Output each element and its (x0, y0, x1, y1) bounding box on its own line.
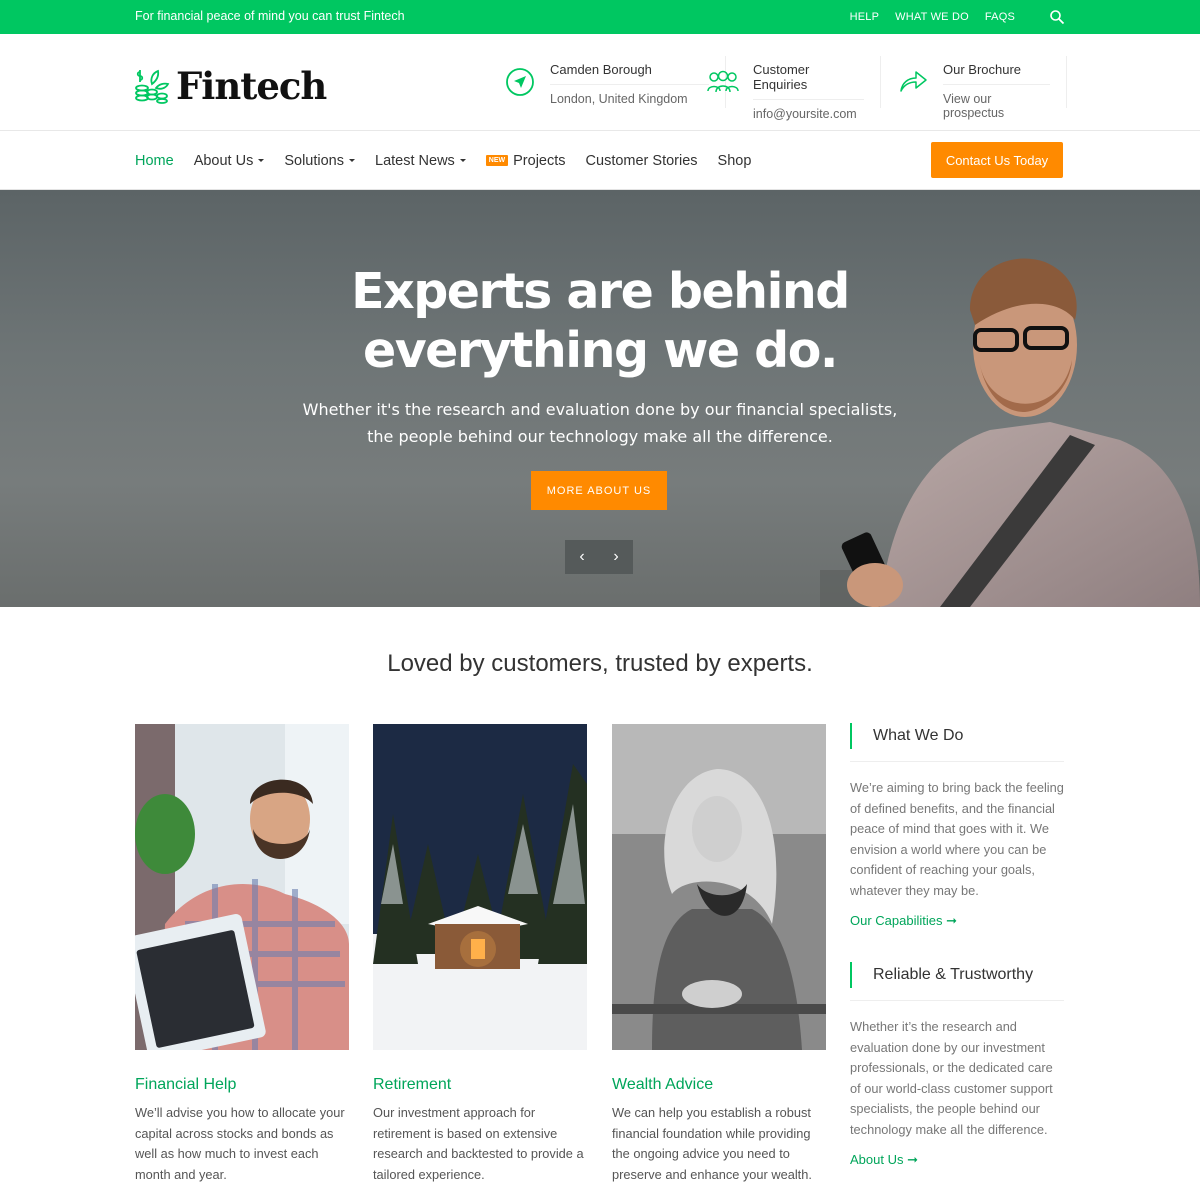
sidebar-text: We’re aiming to bring back the feeling o… (850, 780, 1064, 898)
sidebar-heading: What We Do (850, 723, 1064, 749)
contact-us-button[interactable]: Contact Us Today (931, 142, 1063, 178)
search-icon[interactable] (1049, 9, 1065, 25)
hero-headline: Experts are behind everything we do. (0, 262, 1200, 380)
hero-headline-line2: everything we do. (362, 322, 839, 379)
card-text: We’ll advise you how to allocate your ca… (135, 1105, 345, 1182)
card-title[interactable]: Financial Help (135, 1076, 349, 1094)
nav-customer-stories-label: Customer Stories (585, 152, 698, 169)
card-retirement: Retirement Our investment approach for r… (373, 724, 587, 1185)
our-capabilities-link[interactable]: Our Capabilities ➞ (850, 913, 1064, 929)
nav-customer-stories[interactable]: Customer Stories (586, 153, 698, 169)
enquiries-title: Customer Enquiries (753, 56, 864, 100)
nav-shop-label: Shop (717, 152, 752, 169)
nav-projects[interactable]: NEW Projects (485, 152, 566, 169)
coins-plant-icon (135, 69, 170, 104)
hero-headline-line1: Experts are behind (351, 263, 850, 320)
about-us-link[interactable]: About Us ➞ (850, 1152, 1064, 1168)
slider-arrows: ‹ › (565, 540, 633, 574)
nav-latest-news-label: Latest News (375, 152, 455, 169)
more-about-us-button[interactable]: MORE ABOUT US (531, 471, 667, 510)
sidebar-reliable-trustworthy: Reliable & Trustworthy Whether it’s the … (850, 962, 1064, 1168)
nav-projects-label: Projects (513, 152, 566, 169)
logo[interactable]: Fintech (134, 64, 327, 108)
chevron-left-icon[interactable]: ‹ (565, 540, 599, 574)
card-photo-woman-bw (612, 724, 826, 1050)
nav-about-us-label: About Us (193, 152, 254, 169)
hero-slider: Experts are behind everything we do. Whet… (0, 190, 1200, 607)
sidebar-heading: Reliable & Trustworthy (850, 962, 1064, 988)
sidebar-what-we-do: What We Do We’re aiming to bring back th… (850, 723, 1064, 929)
share-arrow-icon (900, 71, 927, 92)
navigation-arrow-icon (506, 68, 534, 96)
faqs-link[interactable]: FAQS (985, 11, 1015, 23)
caret-down-icon (258, 159, 265, 162)
tagline: For financial peace of mind you can trus… (135, 9, 405, 23)
divider (850, 1000, 1064, 1001)
caret-down-icon (459, 159, 466, 162)
enquiries-email[interactable]: info@yoursite.com (753, 100, 864, 121)
nav-home-label: Home (135, 152, 174, 169)
header: Fintech Camden Borough London, United Ki… (0, 34, 1200, 131)
card-title[interactable]: Retirement (373, 1076, 587, 1094)
logo-text: Fintech (176, 64, 327, 108)
nav-solutions[interactable]: Solutions (284, 153, 355, 169)
hero-subtitle-line1: Whether it's the research and evaluation… (302, 400, 898, 419)
header-info-brochure[interactable]: Our Brochure View our prospectus (895, 56, 1067, 120)
nav-latest-news[interactable]: Latest News (375, 153, 466, 169)
header-info-enquiries[interactable]: Customer Enquiries info@yoursite.com (705, 56, 881, 121)
card-photo-snow-cabin (373, 724, 587, 1050)
top-links: HELP WHAT WE DO FAQS (850, 0, 1065, 34)
location-title: Camden Borough (550, 56, 709, 85)
nav-shop[interactable]: Shop (718, 153, 752, 169)
caret-down-icon (349, 159, 355, 162)
section-title: Loved by customers, trusted by experts. (387, 650, 813, 677)
sidebar-text: Whether it’s the research and evaluation… (850, 1019, 1053, 1137)
card-text: Our investment approach for retirement i… (373, 1105, 584, 1182)
location-subtitle: London, United Kingdom (550, 92, 688, 106)
brochure-title: Our Brochure (943, 56, 1050, 85)
card-photo-man-plaid (124, 724, 349, 1060)
top-bar: For financial peace of mind you can trus… (0, 0, 1200, 34)
card-wealth-advice: Wealth Advice We can help you establish … (612, 724, 826, 1185)
header-info-location[interactable]: Camden Borough London, United Kingdom (502, 56, 726, 108)
nav-home[interactable]: Home (135, 153, 174, 169)
card-text: We can help you establish a robust finan… (612, 1105, 812, 1182)
brochure-subtitle[interactable]: View our prospectus (943, 85, 1050, 120)
chevron-right-icon[interactable]: › (599, 540, 633, 574)
nav-about-us[interactable]: About Us (194, 153, 265, 169)
what-we-do-link[interactable]: WHAT WE DO (895, 11, 969, 23)
card-title[interactable]: Wealth Advice (612, 1076, 826, 1094)
hero-subtitle-line2: the people behind our technology make al… (367, 427, 833, 446)
card-financial-help: Financial Help We’ll advise you how to a… (124, 724, 349, 1185)
hero-subtitle: Whether it's the research and evaluation… (0, 396, 1200, 450)
new-badge: NEW (485, 155, 509, 166)
nav-solutions-label: Solutions (284, 152, 344, 169)
help-link[interactable]: HELP (850, 11, 880, 23)
divider (850, 761, 1064, 762)
people-group-icon (707, 70, 739, 93)
